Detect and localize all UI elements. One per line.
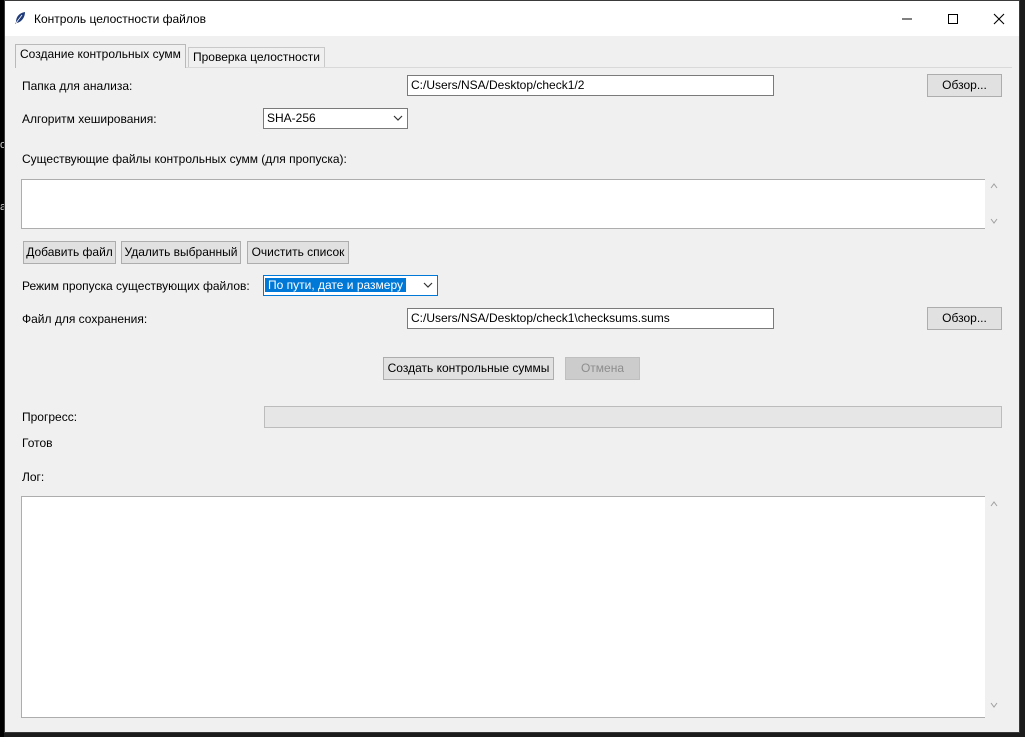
- clear-list-button[interactable]: Очистить список: [247, 241, 349, 264]
- tab-create-checksums[interactable]: Создание контрольных сумм: [15, 44, 186, 68]
- add-file-button[interactable]: Добавить файл: [23, 241, 116, 264]
- tab-label: Проверка целостности: [193, 50, 320, 64]
- log-scrollbar[interactable]: [986, 496, 1002, 718]
- chevron-up-icon[interactable]: [990, 501, 998, 507]
- chevron-down-icon[interactable]: [990, 218, 998, 224]
- close-icon: [993, 13, 1005, 25]
- skip-mode-label: Режим пропуска существующих файлов:: [22, 279, 250, 293]
- save-file-path-input[interactable]: C:/Users/NSA/Desktop/check1\checksums.su…: [407, 308, 774, 329]
- title-bar[interactable]: Контроль целостности файлов: [5, 1, 1019, 36]
- chevron-down-icon: [423, 282, 433, 288]
- skip-mode-select[interactable]: По пути, дате и размеру: [263, 275, 438, 296]
- app-window: Контроль целостности файлов Создание кон…: [4, 0, 1020, 733]
- progress-bar: [264, 406, 1002, 428]
- algorithm-label: Алгоритм хеширования:: [22, 112, 157, 126]
- chevron-down-icon[interactable]: [990, 702, 998, 708]
- folder-label: Папка для анализа:: [22, 79, 133, 93]
- log-label: Лог:: [22, 470, 45, 484]
- status-text: Готов: [22, 436, 53, 450]
- algorithm-value: SHA-256: [267, 111, 316, 125]
- existing-files-label: Существующие файлы контрольных сумм (для…: [22, 152, 347, 166]
- cancel-button[interactable]: Отмена: [565, 357, 640, 380]
- tab-label: Создание контрольных сумм: [20, 47, 181, 61]
- maximize-icon: [948, 14, 958, 24]
- save-file-label: Файл для сохранения:: [22, 312, 148, 326]
- window-title: Контроль целостности файлов: [34, 12, 207, 26]
- close-button[interactable]: [976, 1, 1019, 36]
- remove-selected-button[interactable]: Удалить выбранный: [121, 241, 241, 264]
- maximize-button[interactable]: [930, 1, 976, 36]
- browse-folder-button[interactable]: Обзор...: [927, 74, 1002, 97]
- existing-files-scrollbar[interactable]: [986, 179, 1002, 229]
- existing-files-list[interactable]: [21, 179, 985, 229]
- minimize-button[interactable]: [884, 1, 930, 36]
- log-output[interactable]: [21, 496, 985, 718]
- folder-path-input[interactable]: C:/Users/NSA/Desktop/check1/2: [407, 75, 774, 96]
- minimize-icon: [902, 18, 912, 20]
- algorithm-select[interactable]: SHA-256: [263, 108, 408, 129]
- browse-save-file-button[interactable]: Обзор...: [927, 307, 1002, 330]
- create-checksums-button[interactable]: Создать контрольные суммы: [383, 357, 554, 380]
- skip-mode-value: По пути, дате и размеру: [265, 278, 406, 292]
- chevron-down-icon: [393, 115, 403, 121]
- tab-verify-integrity[interactable]: Проверка целостности: [188, 47, 325, 67]
- progress-label: Прогресс:: [22, 410, 78, 424]
- feather-icon: [13, 11, 27, 25]
- chevron-up-icon[interactable]: [990, 183, 998, 189]
